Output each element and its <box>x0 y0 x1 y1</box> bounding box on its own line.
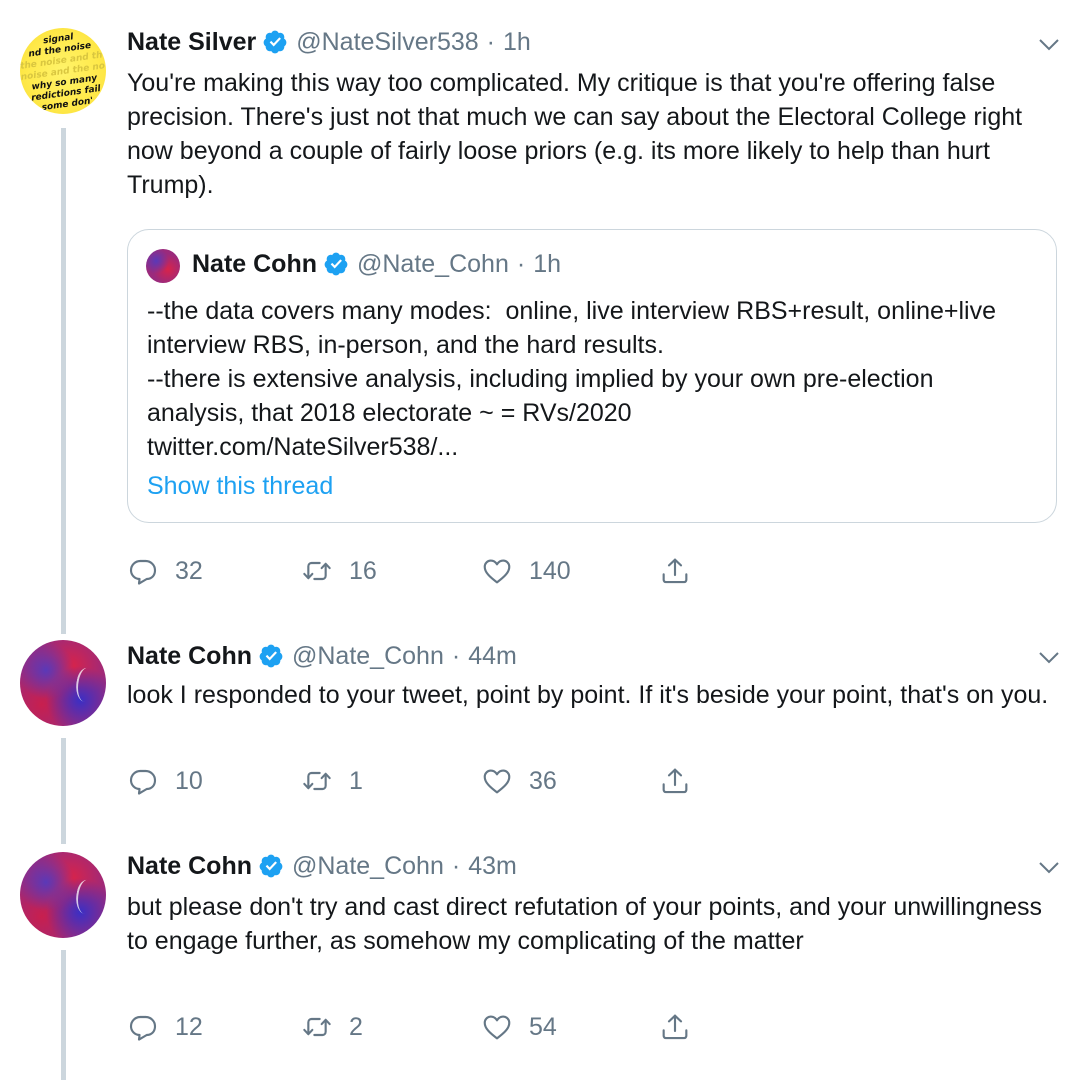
user-handle[interactable]: @NateSilver538 <box>296 28 478 57</box>
like-button[interactable]: 36 <box>481 763 557 799</box>
reply-icon <box>127 555 159 587</box>
quoted-tweet[interactable]: Nate Cohn @Nate_Cohn · 1h --the data cov… <box>127 229 1057 523</box>
chevron-down-icon[interactable] <box>1038 861 1060 875</box>
retweet-button[interactable]: 2 <box>301 1009 363 1045</box>
user-handle[interactable]: @Nate_Cohn <box>292 852 444 881</box>
user-handle[interactable]: @Nate_Cohn <box>357 250 509 279</box>
tweet-header: Nate Cohn @Nate_Cohn · 43m <box>127 850 517 882</box>
share-icon <box>659 555 691 587</box>
tweet-text: but please don't try and cast direct ref… <box>127 893 1049 955</box>
verified-badge-icon <box>258 853 284 879</box>
reply-button[interactable]: 12 <box>127 1009 203 1045</box>
user-handle[interactable]: @Nate_Cohn <box>292 642 444 671</box>
share-icon <box>659 1011 691 1043</box>
chevron-down-icon[interactable] <box>1038 38 1060 52</box>
tweet-actions: 12 2 54 <box>127 1009 727 1045</box>
share-button[interactable] <box>659 763 691 799</box>
retweet-count: 16 <box>349 556 377 585</box>
reply-button[interactable]: 32 <box>127 553 203 589</box>
share-button[interactable] <box>659 1009 691 1045</box>
tweet-header: Nate Cohn @Nate_Cohn · 44m <box>127 640 517 672</box>
reply-icon <box>127 765 159 797</box>
avatar-lettering: signal nd the noise the noise and th noi… <box>20 32 106 114</box>
verified-badge-icon <box>262 29 288 55</box>
thread-line <box>61 738 66 844</box>
retweet-icon <box>301 1011 333 1043</box>
share-button[interactable] <box>659 553 691 589</box>
display-name[interactable]: Nate Silver <box>127 28 256 57</box>
quoted-tweet-header: Nate Cohn @Nate_Cohn · 1h <box>148 248 561 280</box>
like-icon <box>481 1011 513 1043</box>
share-icon <box>659 765 691 797</box>
retweet-count: 1 <box>349 766 363 795</box>
separator-dot: · <box>516 249 526 278</box>
timestamp[interactable]: 1h <box>503 28 531 57</box>
separator-dot: · <box>486 27 495 56</box>
tweet-header: Nate Silver @NateSilver538 · 1h <box>127 26 531 58</box>
retweet-icon <box>301 555 333 587</box>
show-thread-link[interactable]: Show this thread <box>147 472 333 501</box>
reply-icon <box>127 1011 159 1043</box>
separator-dot: · <box>451 641 461 670</box>
tweet-text: look I responded to your tweet, point by… <box>127 681 1049 709</box>
retweet-icon <box>301 765 333 797</box>
avatar[interactable]: signal nd the noise the noise and th noi… <box>20 28 106 114</box>
tweet-text: You're making this way too complicated. … <box>127 69 1030 199</box>
thread-line <box>61 950 66 1080</box>
chevron-down-icon[interactable] <box>1038 651 1060 665</box>
verified-badge-icon <box>323 251 349 277</box>
timestamp[interactable]: 44m <box>468 642 517 671</box>
like-icon <box>481 765 513 797</box>
retweet-button[interactable]: 16 <box>301 553 377 589</box>
tweet-actions: 10 1 36 <box>127 763 727 799</box>
verified-badge-icon <box>258 643 284 669</box>
separator-dot: · <box>451 851 461 880</box>
timestamp[interactable]: 1h <box>533 250 561 279</box>
display-name[interactable]: Nate Cohn <box>127 642 252 671</box>
like-count: 54 <box>529 1012 557 1041</box>
like-count: 140 <box>529 556 571 585</box>
like-icon <box>481 555 513 587</box>
tweet-actions: 32 16 140 <box>127 553 727 589</box>
reply-count: 10 <box>175 766 203 795</box>
reply-button[interactable]: 10 <box>127 763 203 799</box>
reply-count: 32 <box>175 556 203 585</box>
quoted-tweet-text: --the data covers many modes: online, li… <box>147 297 997 461</box>
like-button[interactable]: 140 <box>481 553 571 589</box>
display-name[interactable]: Nate Cohn <box>192 250 317 279</box>
reply-count: 12 <box>175 1012 203 1041</box>
avatar[interactable] <box>20 852 106 938</box>
display-name[interactable]: Nate Cohn <box>127 852 252 881</box>
thread-line <box>61 128 66 634</box>
avatar[interactable] <box>20 640 106 726</box>
like-button[interactable]: 54 <box>481 1009 557 1045</box>
like-count: 36 <box>529 766 557 795</box>
retweet-count: 2 <box>349 1012 363 1041</box>
timestamp[interactable]: 43m <box>468 852 517 881</box>
retweet-button[interactable]: 1 <box>301 763 363 799</box>
